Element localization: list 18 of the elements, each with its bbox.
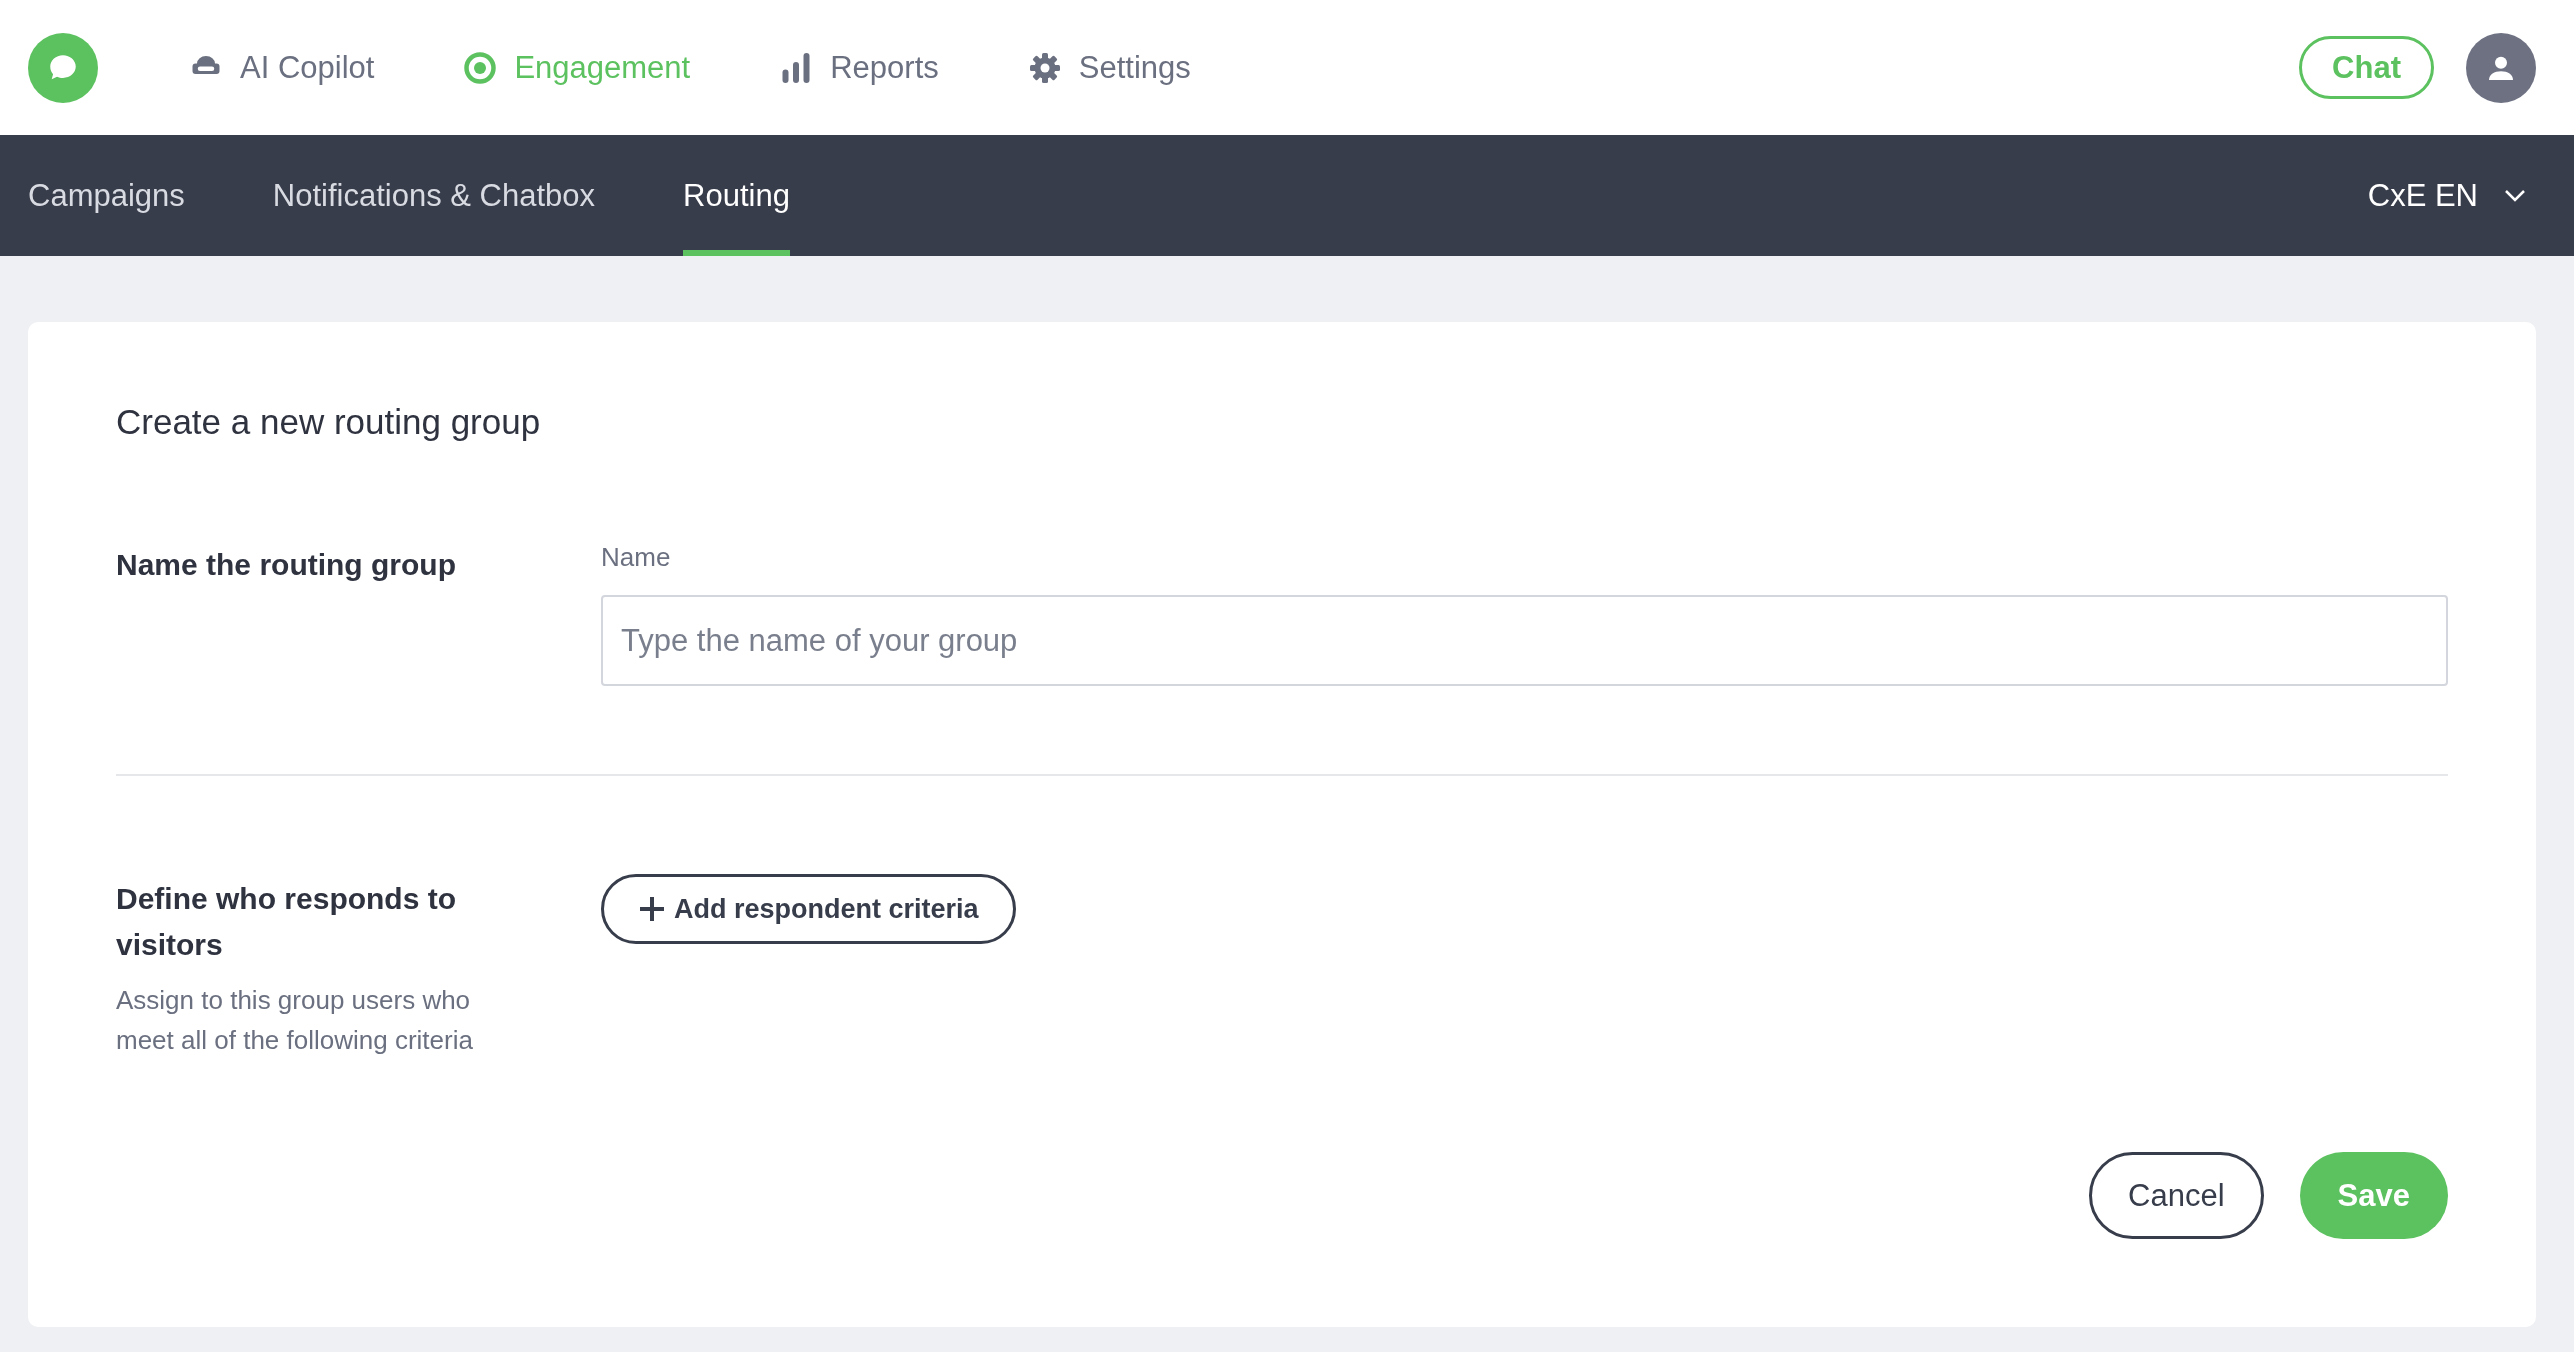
plus-icon <box>638 895 666 923</box>
form-title: Create a new routing group <box>116 402 542 442</box>
section-heading: Name the routing group <box>116 547 457 583</box>
section-heading: Define who responds to visitors <box>116 881 458 963</box>
target-icon <box>462 49 499 86</box>
tab[interactable]: Notifications & Chatbox <box>272 135 596 256</box>
workspace-dropdown[interactable]: CxE EN <box>2367 135 2526 256</box>
cancel-button[interactable]: Cancel <box>2089 1152 2264 1239</box>
nav-item[interactable]: Reports <box>778 49 939 86</box>
tab[interactable]: Routing <box>683 135 790 256</box>
add-criteria-button[interactable]: Add respondent criteria <box>601 874 1016 944</box>
section-description: Assign to this group users who meet all of the following criteria <box>116 984 474 1057</box>
name-input-field[interactable]: Type the name of your group <box>601 595 2448 686</box>
nav-item[interactable]: AI Copilot <box>188 49 375 86</box>
chevron-down-icon <box>2504 188 2526 203</box>
nav-item[interactable]: Settings <box>1026 49 1191 86</box>
field-label: Name <box>601 542 672 573</box>
tab[interactable]: Campaigns <box>28 135 185 256</box>
